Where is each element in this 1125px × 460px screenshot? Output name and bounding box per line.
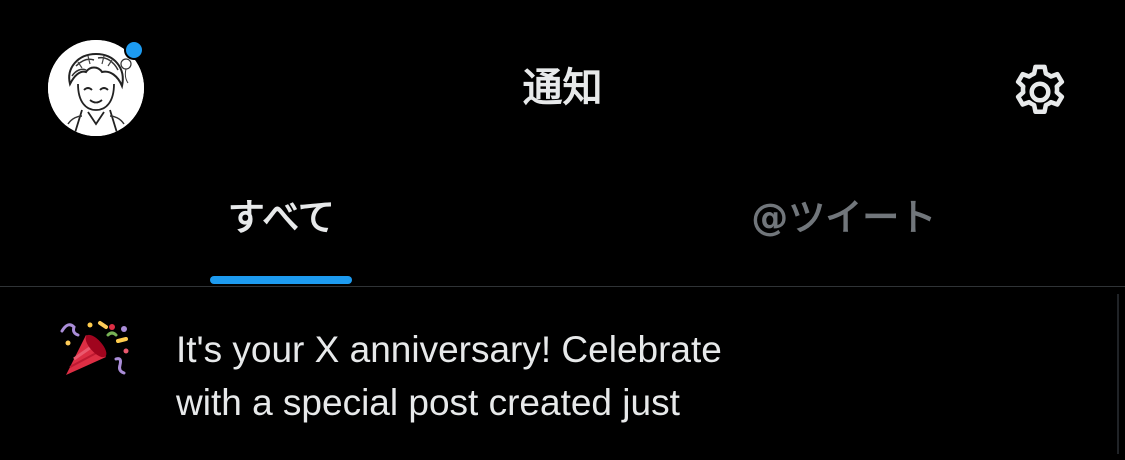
notification-tabs: すべて @ツイート — [0, 170, 1125, 286]
notification-item[interactable]: It's your X anniversary! Celebrate with … — [0, 287, 1125, 460]
unread-indicator-dot — [124, 40, 144, 60]
top-bar: 通知 — [0, 0, 1125, 170]
active-tab-indicator — [210, 276, 353, 284]
gear-icon — [1015, 64, 1065, 114]
notification-text: It's your X anniversary! Celebrate with … — [176, 323, 876, 429]
page-title: 通知 — [522, 65, 603, 111]
settings-button[interactable] — [1004, 56, 1076, 128]
notification-text-line-2: with a special post created just — [176, 382, 680, 423]
tab-all-label: すべて — [227, 196, 335, 239]
notification-text-line-1: It's your X anniversary! Celebrate — [176, 329, 722, 370]
tab-all[interactable]: すべて — [0, 170, 563, 286]
tab-mentions[interactable]: @ツイート — [563, 170, 1125, 286]
tab-mentions-label: @ツイート — [751, 196, 937, 239]
scrollbar[interactable] — [1117, 294, 1119, 454]
party-popper-icon — [60, 319, 136, 379]
